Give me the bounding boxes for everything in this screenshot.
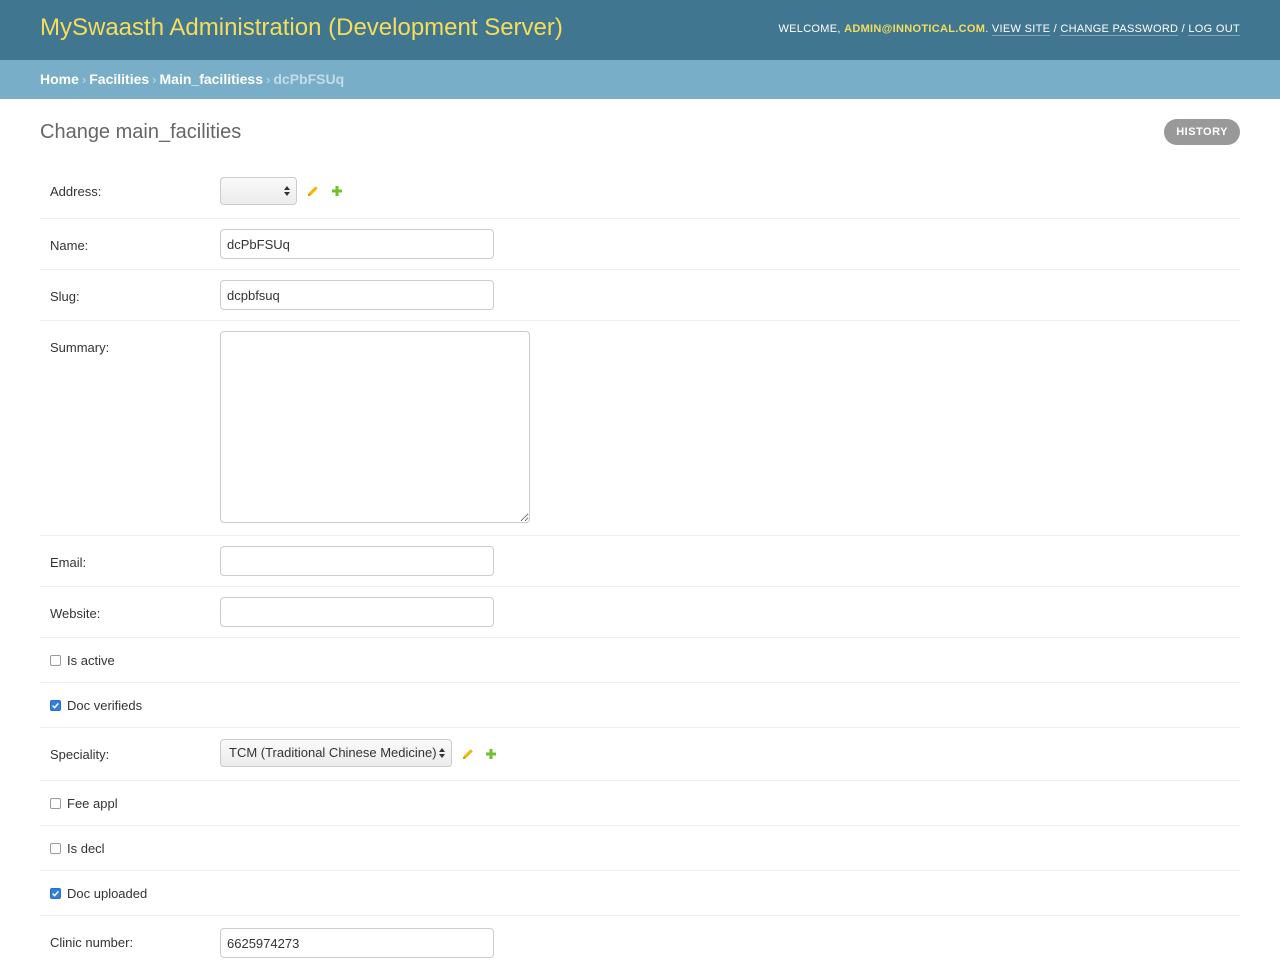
period: . — [985, 23, 989, 35]
breadcrumb: Home › Facilities › Main_facilitiess › dcPbFSU… — [0, 60, 1280, 99]
name-row: Name: — [40, 219, 1240, 270]
name-label: Name: — [50, 238, 89, 253]
fee-appl-row: Fee appl — [40, 781, 1240, 826]
is-decl-row: Is decl — [40, 826, 1240, 871]
summary-textarea[interactable] — [220, 331, 530, 523]
header: MySwaasth Administration (Development Se… — [0, 0, 1280, 60]
separator: / — [1181, 23, 1186, 35]
email-input[interactable] — [220, 546, 494, 576]
add-speciality-plus-icon[interactable] — [484, 747, 498, 761]
speciality-select[interactable]: TCM (Traditional Chinese Medicine) — [220, 739, 452, 767]
site-name-link[interactable]: MySwaasth Administration (Development Se… — [40, 14, 563, 42]
breadcrumb-current: dcPbFSUq — [273, 71, 345, 87]
breadcrumb-separator: › — [152, 72, 157, 87]
doc-uploaded-label[interactable]: Doc uploaded — [67, 886, 147, 901]
breadcrumb-separator: › — [81, 72, 87, 87]
speciality-label: Speciality: — [50, 747, 110, 762]
slug-row: Slug: — [40, 270, 1240, 321]
is-decl-checkbox[interactable] — [50, 843, 61, 854]
is-active-label[interactable]: Is active — [67, 653, 115, 668]
name-input[interactable] — [220, 229, 494, 259]
separator: / — [1053, 23, 1057, 35]
website-label: Website: — [50, 606, 101, 621]
address-select[interactable] — [220, 177, 297, 205]
breadcrumb-facilities[interactable]: Facilities — [89, 71, 149, 87]
is-active-checkbox[interactable] — [50, 655, 61, 666]
doc-uploaded-checkbox[interactable] — [50, 888, 61, 899]
checkmark-icon — [52, 890, 59, 897]
edit-address-pencil-icon[interactable] — [306, 184, 320, 198]
clinic-number-row: Clinic number: — [40, 916, 1240, 967]
add-address-plus-icon[interactable] — [330, 184, 344, 198]
change-form: Address: Name: Slug: Summary: Em — [40, 166, 1240, 967]
website-input[interactable] — [220, 597, 494, 627]
select-arrows-icon — [284, 186, 290, 196]
doc-uploaded-row: Doc uploaded — [40, 871, 1240, 916]
doc-verifieds-label[interactable]: Doc verifieds — [67, 698, 142, 713]
breadcrumb-home[interactable]: Home — [40, 71, 79, 87]
page-title: Change main_facilities — [40, 121, 242, 143]
address-label: Address: — [50, 184, 102, 199]
speciality-selected-value: TCM (Traditional Chinese Medicine) — [229, 745, 437, 760]
slug-input[interactable] — [220, 280, 494, 310]
email-label: Email: — [50, 555, 87, 570]
change-password-link[interactable]: Change password — [1060, 23, 1179, 36]
checkmark-icon — [52, 702, 59, 709]
clinic-number-input[interactable] — [220, 928, 494, 958]
is-decl-label[interactable]: Is decl — [67, 841, 105, 856]
user-name: admin@innotical.com — [844, 23, 986, 35]
summary-row: Summary: — [40, 321, 1240, 536]
breadcrumb-main-facilitiess[interactable]: Main_facilitiess — [160, 71, 264, 87]
is-active-row: Is active — [40, 638, 1240, 683]
edit-speciality-pencil-icon[interactable] — [461, 747, 475, 761]
slug-label: Slug: — [50, 289, 80, 304]
website-row: Website: — [40, 587, 1240, 638]
fee-appl-checkbox[interactable] — [50, 798, 61, 809]
speciality-row: Speciality: TCM (Traditional Chinese Med… — [40, 728, 1240, 781]
email-row: Email: — [40, 536, 1240, 587]
view-site-link[interactable]: View site — [991, 23, 1051, 36]
summary-label: Summary: — [50, 340, 110, 355]
welcome-text: Welcome, — [778, 23, 841, 35]
fee-appl-label[interactable]: Fee appl — [67, 796, 118, 811]
user-tools: Welcome, admin@innotical.com. View site … — [778, 23, 1240, 36]
breadcrumb-separator: › — [266, 72, 271, 87]
history-button[interactable]: History — [1164, 119, 1240, 145]
doc-verifieds-checkbox[interactable] — [50, 700, 61, 711]
address-row: Address: — [40, 166, 1240, 219]
log-out-link[interactable]: Log out — [1188, 23, 1240, 36]
doc-verifieds-row: Doc verifieds — [40, 683, 1240, 728]
select-arrows-icon — [439, 748, 445, 758]
